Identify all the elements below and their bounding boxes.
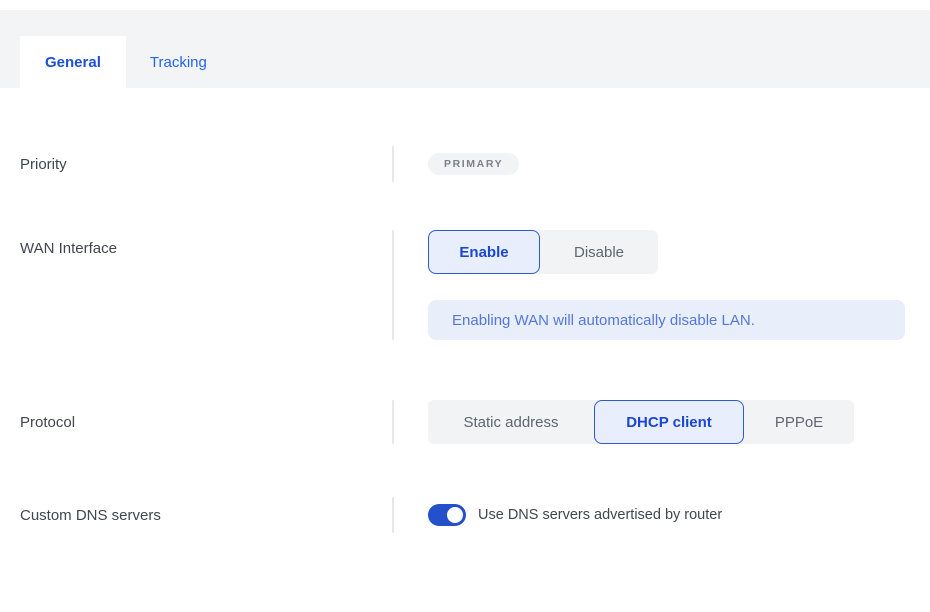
settings-form: Priority PRIMARY WAN Interface Enable Di… — [0, 146, 930, 533]
row-protocol: Protocol Static address DHCP client PPPo… — [0, 400, 930, 444]
protocol-toggle-group: Static address DHCP client PPPoE — [428, 400, 854, 444]
divider — [392, 146, 394, 182]
protocol-dhcp-client-button[interactable]: DHCP client — [594, 400, 744, 444]
row-custom-dns: Custom DNS servers Use DNS servers adver… — [0, 497, 930, 533]
protocol-static-address-button[interactable]: Static address — [428, 400, 594, 444]
custom-dns-label: Custom DNS servers — [0, 497, 392, 533]
protocol-pppoe-button[interactable]: PPPoE — [744, 400, 854, 444]
wan-disable-button[interactable]: Disable — [540, 230, 658, 274]
row-wan-interface: WAN Interface Enable Disable Enabling WA… — [0, 230, 930, 340]
wan-interface-label: WAN Interface — [0, 230, 392, 340]
divider — [392, 230, 394, 340]
toggle-knob — [447, 507, 463, 523]
wan-info-message: Enabling WAN will automatically disable … — [428, 300, 905, 340]
tab-general[interactable]: General — [20, 36, 126, 88]
tab-bar: General Tracking — [0, 10, 930, 88]
wan-enable-toggle-group: Enable Disable — [428, 230, 658, 274]
divider — [392, 400, 394, 444]
protocol-label: Protocol — [0, 400, 392, 444]
wan-enable-button[interactable]: Enable — [428, 230, 540, 274]
priority-badge: PRIMARY — [428, 153, 519, 175]
dns-advertised-toggle[interactable] — [428, 504, 466, 526]
dns-toggle-label: Use DNS servers advertised by router — [478, 507, 722, 523]
divider — [392, 497, 394, 533]
tab-tracking[interactable]: Tracking — [126, 36, 231, 88]
row-priority: Priority PRIMARY — [0, 146, 930, 182]
priority-label: Priority — [0, 146, 392, 182]
